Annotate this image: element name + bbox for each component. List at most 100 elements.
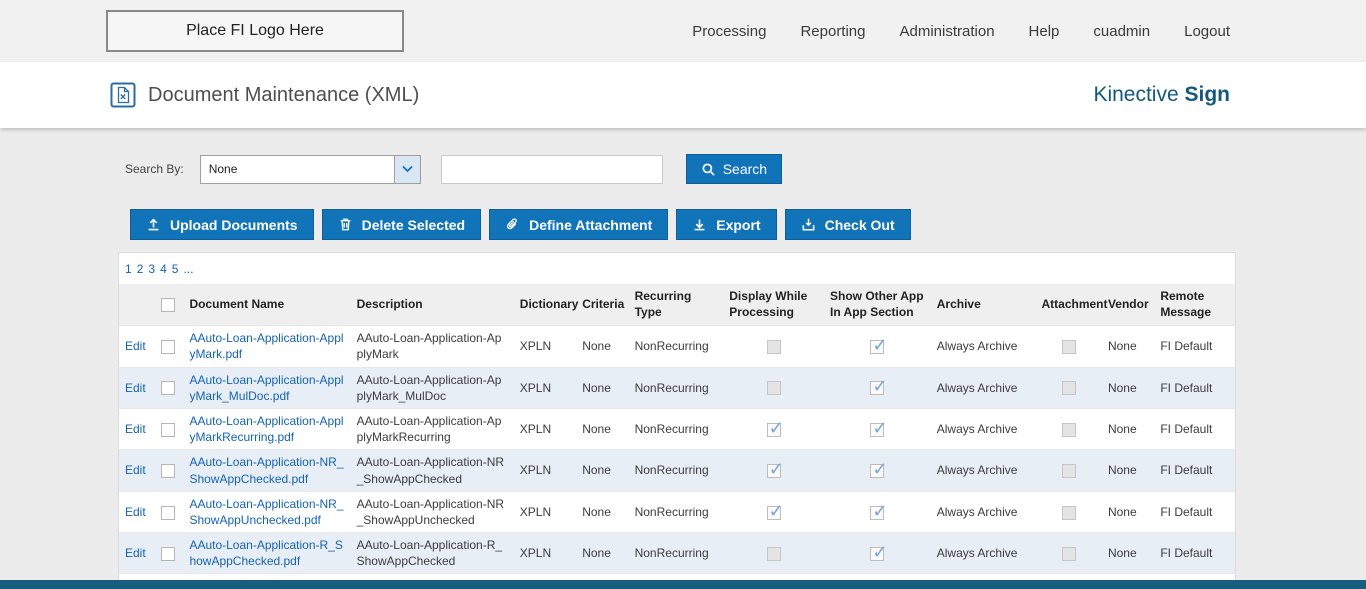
show-other-app-checkbox[interactable] — [870, 506, 884, 520]
toolbar-export-button[interactable]: Export — [676, 209, 776, 240]
display-while-processing-checkbox[interactable] — [767, 340, 781, 354]
edit-link[interactable]: Edit — [125, 381, 146, 395]
display-while-processing-checkbox[interactable] — [767, 464, 781, 478]
row-checkbox[interactable] — [161, 381, 175, 395]
header-recurring-type: Recurring Type — [629, 284, 724, 326]
toolbar-delete-selected-button[interactable]: Delete Selected — [322, 209, 482, 240]
toolbar-button-label: Export — [716, 217, 760, 233]
show-other-app-cell — [824, 326, 931, 367]
page-link-4[interactable]: 4 — [160, 262, 167, 276]
recurring-type-cell: NonRecurring — [629, 326, 724, 367]
archive-cell: Always Archive — [931, 450, 1036, 491]
page-link-3[interactable]: 3 — [148, 262, 155, 276]
attachment-checkbox[interactable] — [1062, 340, 1076, 354]
search-input[interactable] — [441, 155, 663, 184]
row-select-cell — [153, 367, 183, 408]
search-by-label: Search By: — [125, 162, 184, 176]
display-while-processing-checkbox[interactable] — [767, 506, 781, 520]
toolbar-button-label: Define Attachment — [529, 217, 652, 233]
attachment-checkbox[interactable] — [1062, 547, 1076, 561]
recurring-type-cell: NonRecurring — [629, 450, 724, 491]
document-maintenance-screen: Place FI Logo Here Processing Reporting Ad… — [0, 0, 1366, 589]
display-while-processing-checkbox[interactable] — [767, 381, 781, 395]
show-other-app-checkbox[interactable] — [870, 464, 884, 478]
remote-message-cell: FI Default — [1154, 367, 1235, 408]
row-checkbox[interactable] — [161, 423, 175, 437]
show-other-app-checkbox[interactable] — [870, 547, 884, 561]
row-checkbox[interactable] — [161, 464, 175, 478]
fi-logo-placeholder: Place FI Logo Here — [106, 10, 404, 52]
page-link-2[interactable]: 2 — [137, 262, 144, 276]
show-other-app-checkbox[interactable] — [870, 381, 884, 395]
edit-link[interactable]: Edit — [125, 546, 146, 560]
nav-cuadmin[interactable]: cuadmin — [1093, 23, 1150, 40]
attachment-checkbox[interactable] — [1062, 464, 1076, 478]
remote-message-cell: FI Default — [1154, 326, 1235, 367]
attachment-cell — [1035, 491, 1101, 532]
document-name-link[interactable]: AAuto-Loan-Application-ApplyMark.pdf — [189, 331, 343, 361]
edit-link[interactable]: Edit — [125, 505, 146, 519]
search-by-dropdown[interactable]: None — [200, 155, 421, 184]
row-checkbox[interactable] — [161, 547, 175, 561]
nav-reporting[interactable]: Reporting — [800, 23, 865, 40]
brand-name-bold: Sign — [1185, 83, 1231, 106]
description-cell: AAuto-Loan-Application-ApplyMark_MulDoc — [351, 367, 514, 408]
edit-link[interactable]: Edit — [125, 422, 146, 436]
show-other-app-checkbox[interactable] — [870, 340, 884, 354]
row-select-cell — [153, 533, 183, 574]
attachment-checkbox[interactable] — [1062, 423, 1076, 437]
display-while-processing-checkbox[interactable] — [767, 423, 781, 437]
document-name-link[interactable]: AAuto-Loan-Application-NR_ShowAppChecked… — [189, 455, 343, 485]
attachment-checkbox[interactable] — [1062, 506, 1076, 520]
search-row: Search By: None Search — [125, 154, 1366, 184]
document-name-link[interactable]: AAuto-Loan-Application-R_ShowAppChecked.… — [189, 538, 342, 568]
table-row: Edit AAuto-Loan-Application-R_ShowAppChec… — [119, 533, 1235, 574]
remote-message-cell: FI Default — [1154, 491, 1235, 532]
toolbar-button-label: Upload Documents — [170, 217, 298, 233]
brand-logo: Kinective Sign — [1093, 83, 1230, 107]
page-title: Document Maintenance (XML) — [148, 84, 419, 107]
remote-message-cell: FI Default — [1154, 533, 1235, 574]
document-name-link[interactable]: AAuto-Loan-Application-NR_ShowAppUncheck… — [189, 497, 343, 527]
toolbar-check-out-button[interactable]: Check Out — [785, 209, 911, 240]
recurring-type-cell: NonRecurring — [629, 533, 724, 574]
header-vendor: Vendor — [1102, 284, 1154, 326]
attachment-checkbox[interactable] — [1062, 381, 1076, 395]
nav-processing[interactable]: Processing — [692, 23, 766, 40]
chevron-down-icon[interactable] — [394, 156, 420, 183]
nav-logout[interactable]: Logout — [1184, 23, 1230, 40]
brand-name: Kinective — [1093, 83, 1178, 106]
display-while-processing-checkbox[interactable] — [767, 547, 781, 561]
document-name-link[interactable]: AAuto-Loan-Application-ApplyMarkRecurrin… — [189, 414, 343, 444]
row-select-cell — [153, 326, 183, 367]
description-cell: AAuto-Loan-Application-ApplyMark — [351, 326, 514, 367]
row-checkbox[interactable] — [161, 340, 175, 354]
table-header-row: Document NameDescriptionDictionaryCriter… — [119, 284, 1235, 326]
search-button[interactable]: Search — [686, 154, 782, 184]
criteria-cell: None — [576, 408, 628, 449]
attachment-cell — [1035, 533, 1101, 574]
page-link-5[interactable]: 5 — [172, 262, 179, 276]
page-link-1[interactable]: 1 — [125, 262, 132, 276]
remote-message-cell: FI Default — [1154, 408, 1235, 449]
table-row: Edit AAuto-Loan-Application-NR_ShowAppChe… — [119, 450, 1235, 491]
edit-link[interactable]: Edit — [125, 463, 146, 477]
edit-cell: Edit — [119, 450, 153, 491]
toolbar-define-attachment-button[interactable]: Define Attachment — [489, 209, 668, 240]
top-nav: Processing Reporting Administration Help cua… — [692, 23, 1230, 40]
doc-name-cell: AAuto-Loan-Application-ApplyMarkRecurrin… — [183, 408, 350, 449]
toolbar-upload-documents-button[interactable]: Upload Documents — [130, 209, 314, 240]
document-name-link[interactable]: AAuto-Loan-Application-ApplyMark_MulDoc.… — [189, 373, 343, 403]
nav-administration[interactable]: Administration — [900, 23, 995, 40]
show-other-app-checkbox[interactable] — [870, 423, 884, 437]
edit-link[interactable]: Edit — [125, 339, 146, 353]
recurring-type-cell: NonRecurring — [629, 367, 724, 408]
table-row: Edit AAuto-Loan-Application-ApplyMarkRecu… — [119, 408, 1235, 449]
select-all-checkbox[interactable] — [161, 298, 175, 312]
page-link-[interactable]: ... — [183, 262, 193, 276]
row-checkbox[interactable] — [161, 506, 175, 520]
row-select-cell — [153, 450, 183, 491]
display-while-processing-cell — [723, 326, 824, 367]
nav-help[interactable]: Help — [1029, 23, 1060, 40]
archive-cell: Always Archive — [931, 491, 1036, 532]
